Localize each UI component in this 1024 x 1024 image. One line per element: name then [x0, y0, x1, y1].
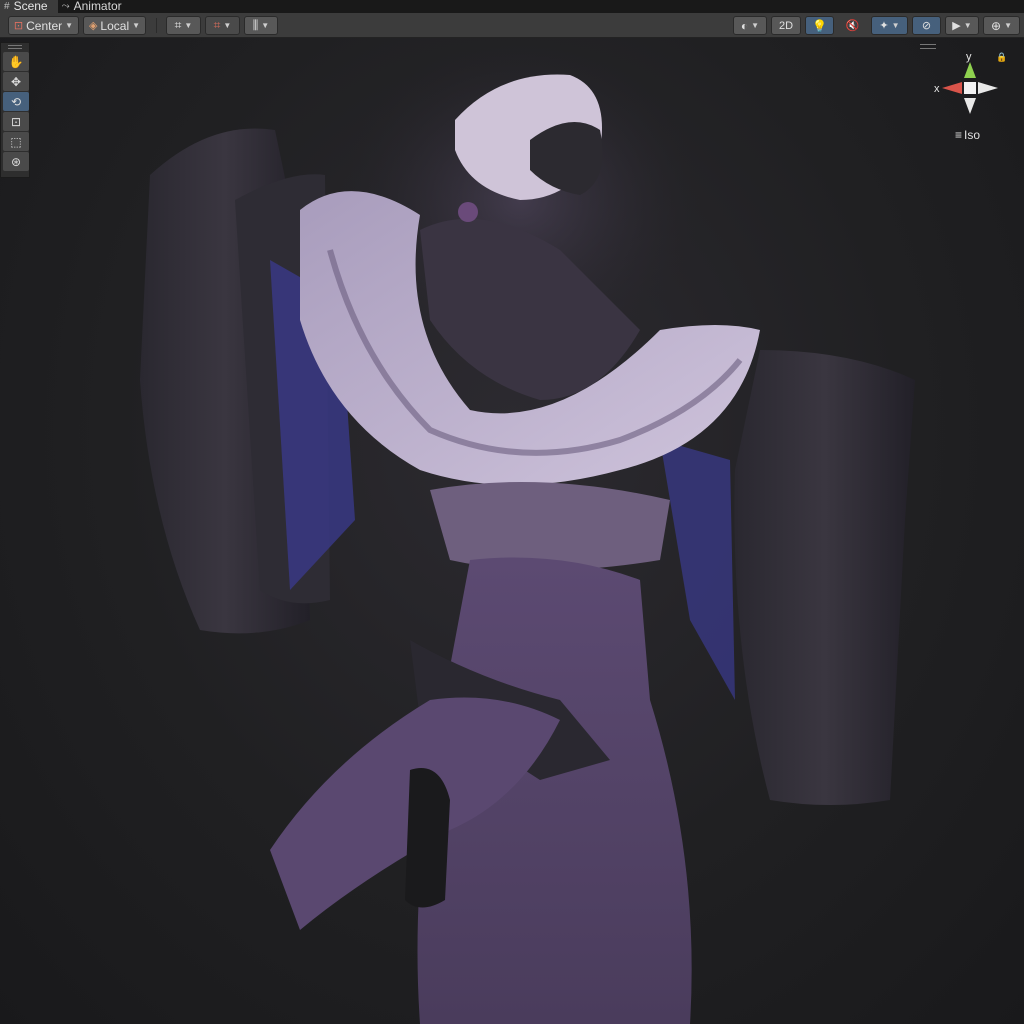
- scene-lighting-toggle[interactable]: 💡: [805, 16, 834, 35]
- audio-toggle[interactable]: 🔇: [838, 16, 867, 35]
- align-icon: ⫼: [252, 18, 259, 32]
- orientation-gizmo[interactable]: y x: [928, 42, 1018, 142]
- chevron-down-icon: ▼: [65, 21, 74, 30]
- chevron-down-icon: ▼: [1004, 21, 1012, 30]
- scale-icon: ⊡: [10, 114, 22, 129]
- draw-mode-dropdown[interactable]: ◐ ▼: [733, 16, 767, 35]
- tab-scene-label: Scene: [13, 0, 48, 13]
- scale-tool-button[interactable]: ⊡: [3, 112, 29, 131]
- grid-icon: #: [4, 1, 10, 12]
- move-tool-button[interactable]: ✥: [3, 72, 29, 91]
- rect-icon: ⬚: [10, 134, 22, 149]
- projection-toggle[interactable]: ≡ Iso: [955, 128, 980, 142]
- pivot-center-icon: ⊡: [13, 20, 24, 32]
- pivot-rotation-label: Local: [100, 18, 130, 33]
- toggle-2d-label: 2D: [778, 19, 794, 32]
- pivot-rotation-dropdown[interactable]: ◈ Local ▼: [83, 16, 146, 35]
- shading-mode-icon: ◐: [740, 18, 749, 33]
- effects-icon: ✦: [879, 20, 889, 32]
- chevron-down-icon: ▼: [891, 21, 900, 30]
- gizmo-x-label: x: [934, 83, 940, 95]
- grid-snap-icon: ⌗: [174, 18, 182, 32]
- increment-snap-icon: ⌗: [213, 18, 221, 32]
- tab-animator-label: Animator: [73, 0, 122, 13]
- audio-icon: 🔇: [845, 20, 860, 32]
- gizmo-y-label: y: [966, 51, 972, 63]
- camera-settings-dropdown[interactable]: ▶ ▼: [945, 16, 979, 35]
- hand-tool-button[interactable]: ✋: [3, 52, 29, 71]
- gizmo-center[interactable]: [964, 82, 976, 94]
- gizmo-neg-x-axis[interactable]: [978, 82, 998, 94]
- gizmo-neg-y-axis[interactable]: [964, 98, 976, 114]
- align-tools-button[interactable]: ⫼ ▼: [244, 16, 278, 35]
- tool-palette: ✋ ✥ ⟲ ⊡ ⬚ ⊛: [0, 42, 30, 178]
- chevron-down-icon: ▼: [963, 21, 972, 30]
- chevron-down-icon: ▼: [132, 21, 141, 30]
- scene-visibility-toggle[interactable]: ⊘: [912, 16, 941, 35]
- local-cube-icon: ◈: [88, 20, 98, 32]
- transform-tool-button[interactable]: ⊛: [3, 152, 29, 171]
- scene-viewport[interactable]: [0, 38, 1024, 1024]
- increment-snapping-button[interactable]: ⌗ ▼: [205, 16, 240, 35]
- chevron-down-icon: ▼: [751, 21, 760, 30]
- gizmos-dropdown[interactable]: ⊕ ▼: [983, 16, 1020, 35]
- menu-lines-icon: ≡: [955, 128, 963, 142]
- toolbar-separator: [156, 18, 157, 33]
- projection-label: Iso: [964, 128, 981, 142]
- light-bulb-icon: 💡: [812, 18, 827, 33]
- chevron-down-icon: ▼: [261, 21, 270, 30]
- tab-scene[interactable]: # Scene: [0, 0, 58, 13]
- scene-toolbar: ⊡ Center ▼ ◈ Local ▼ ⌗ ▼ ⌗ ▼ ⫼ ▼ ◐ ▼ 2D …: [0, 13, 1024, 38]
- effects-dropdown[interactable]: ✦ ▼: [871, 16, 908, 35]
- eye-slash-icon: ⊘: [921, 20, 932, 32]
- pivot-mode-dropdown[interactable]: ⊡ Center ▼: [8, 16, 79, 35]
- tab-animator[interactable]: ⤳ Animator: [58, 0, 132, 13]
- rotate-tool-button[interactable]: ⟲: [3, 92, 29, 111]
- rotate-icon: ⟲: [10, 94, 22, 109]
- grid-snapping-button[interactable]: ⌗ ▼: [166, 16, 201, 35]
- tool-palette-grip[interactable]: [1, 43, 29, 51]
- tab-bar: # Scene ⤳ Animator: [0, 0, 1024, 13]
- gizmo-x-axis[interactable]: [942, 82, 962, 94]
- character-model: [140, 40, 915, 1024]
- transform-icon: ⊛: [10, 154, 22, 169]
- gizmo-y-axis[interactable]: [964, 62, 976, 78]
- hand-icon: ✋: [8, 54, 24, 69]
- chevron-down-icon: ▼: [184, 21, 193, 30]
- move-icon: ✥: [10, 74, 22, 89]
- toggle-2d-button[interactable]: 2D: [771, 16, 801, 35]
- gizmos-icon: ⊕: [991, 18, 1002, 33]
- camera-icon: ▶: [952, 20, 961, 32]
- chevron-down-icon: ▼: [223, 21, 232, 30]
- pivot-mode-label: Center: [26, 18, 63, 33]
- rect-tool-button[interactable]: ⬚: [3, 132, 29, 151]
- animator-icon: ⤳: [61, 1, 70, 12]
